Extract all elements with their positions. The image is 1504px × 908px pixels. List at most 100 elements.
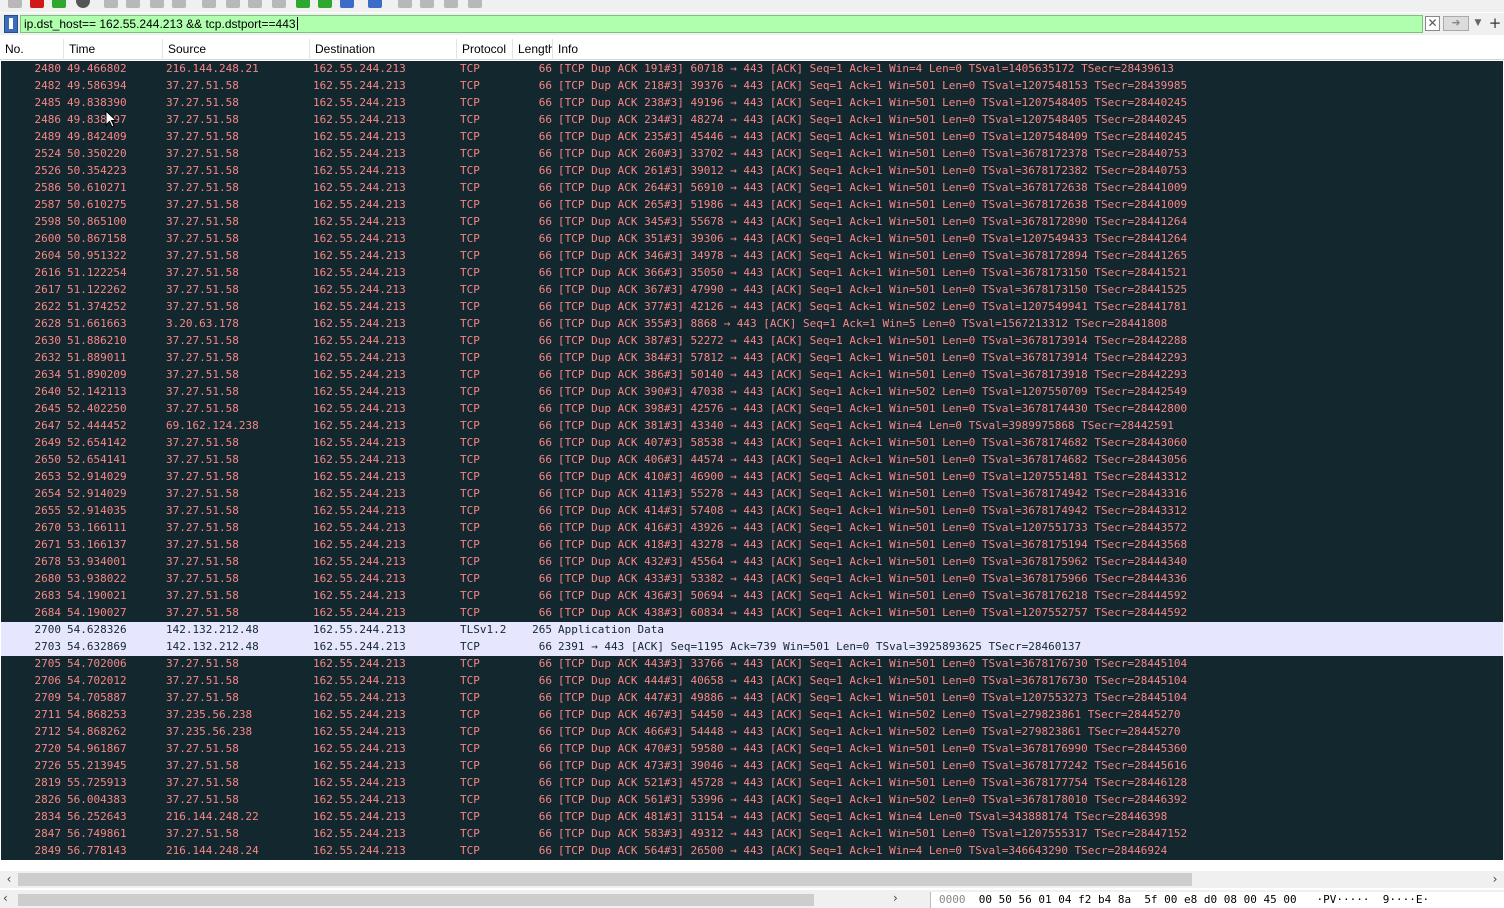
column-header-protocol[interactable]: Protocol	[457, 39, 513, 60]
start-capture-icon[interactable]	[8, 0, 22, 8]
arrow-right-icon[interactable]: ➜	[1443, 16, 1469, 31]
packet-row[interactable]: 2640 52.142113 37.27.51.58 162.55.244.213 TC…	[1, 384, 1503, 401]
packet-row[interactable]: 2680 53.938022 37.27.51.58 162.55.244.213 TC…	[1, 571, 1503, 588]
go-forward-icon[interactable]	[248, 0, 262, 8]
packet-row[interactable]: 2705 54.702006 37.27.51.58 162.55.244.213 TC…	[1, 656, 1503, 673]
packet-list[interactable]: 2480 49.466802 216.144.248.21 162.55.244.21…	[1, 61, 1503, 860]
packet-row[interactable]: 2650 52.654141 37.27.51.58 162.55.244.213 TC…	[1, 452, 1503, 469]
packet-info: [TCP Dup ACK 345#3] 55678 → 443 [ACK] Se…	[558, 215, 1188, 228]
bookmark-icon[interactable]	[4, 15, 18, 33]
packet-row[interactable]: 2524 50.350220 37.27.51.58 162.55.244.213 TC…	[1, 146, 1503, 163]
find-packet-icon[interactable]	[202, 0, 216, 8]
details-scrollbar-thumb[interactable]	[18, 894, 814, 906]
packet-row[interactable]: 2834 56.252643 216.144.248.22 162.55.244.21…	[1, 809, 1503, 826]
column-header-time[interactable]: Time	[64, 39, 163, 60]
packet-row[interactable]: 2671 53.166137 37.27.51.58 162.55.244.213 TC…	[1, 537, 1503, 554]
display-filter-input[interactable]: ip.dst_host== 162.55.244.213 && tcp.dstp…	[20, 15, 1423, 33]
capture-options-icon[interactable]	[76, 0, 90, 8]
details-scroll-left-icon[interactable]: ‹	[3, 891, 8, 905]
resize-columns-icon[interactable]	[468, 0, 482, 8]
packet-row[interactable]: 2604 50.951322 37.27.51.58 162.55.244.213 TC…	[1, 248, 1503, 265]
zoom-out-icon[interactable]	[420, 0, 434, 8]
plus-icon[interactable]: +	[1488, 15, 1502, 32]
clear-icon[interactable]: ✕	[1425, 16, 1440, 31]
packet-row[interactable]: 2711 54.868253 37.235.56.238 162.55.244.213…	[1, 707, 1503, 724]
column-header-info[interactable]: Info	[553, 39, 1504, 60]
packet-protocol: TCP	[460, 827, 480, 840]
packet-row[interactable]: 2598 50.865100 37.27.51.58 162.55.244.213 TC…	[1, 214, 1503, 231]
go-first-icon[interactable]	[296, 0, 310, 8]
zoom-reset-icon[interactable]	[444, 0, 458, 8]
column-header-no[interactable]: No.	[0, 39, 64, 60]
close-file-icon[interactable]	[150, 0, 164, 8]
packet-row[interactable]: 2726 55.213945 37.27.51.58 162.55.244.213 TC…	[1, 758, 1503, 775]
column-header-source[interactable]: Source	[163, 39, 310, 60]
auto-scroll-icon[interactable]	[340, 0, 354, 8]
packet-row[interactable]: 2678 53.934001 37.27.51.58 162.55.244.213 TC…	[1, 554, 1503, 571]
open-file-icon[interactable]	[104, 0, 118, 8]
packet-row[interactable]: 2485 49.838390 37.27.51.58 162.55.244.213 TC…	[1, 95, 1503, 112]
column-header-destination[interactable]: Destination	[310, 39, 457, 60]
scroll-left-icon[interactable]: ‹	[3, 871, 15, 888]
packet-destination: 162.55.244.213	[313, 130, 406, 143]
packet-row[interactable]: 2649 52.654142 37.27.51.58 162.55.244.213 TC…	[1, 435, 1503, 452]
packet-row[interactable]: 2670 53.166111 37.27.51.58 162.55.244.213 TC…	[1, 520, 1503, 537]
packet-row[interactable]: 2720 54.961867 37.27.51.58 162.55.244.213 TC…	[1, 741, 1503, 758]
go-last-icon[interactable]	[318, 0, 332, 8]
packet-row[interactable]: 2819 55.725913 37.27.51.58 162.55.244.213 TC…	[1, 775, 1503, 792]
packet-protocol: TCP	[460, 776, 480, 789]
packet-row[interactable]: 2709 54.705887 37.27.51.58 162.55.244.213 TC…	[1, 690, 1503, 707]
packet-row[interactable]: 2616 51.122254 37.27.51.58 162.55.244.213 TC…	[1, 265, 1503, 282]
packet-row[interactable]: 2849 56.778143 216.144.248.24 162.55.244.21…	[1, 843, 1503, 860]
packet-destination: 162.55.244.213	[313, 317, 406, 330]
scrollbar-thumb[interactable]	[18, 873, 1192, 886]
packet-protocol: TCP	[460, 62, 480, 75]
packet-row[interactable]: 2526 50.354223 37.27.51.58 162.55.244.213 TC…	[1, 163, 1503, 180]
packet-row[interactable]: 2826 56.004383 37.27.51.58 162.55.244.213 TC…	[1, 792, 1503, 809]
packet-row[interactable]: 2712 54.868262 37.235.56.238 162.55.244.213…	[1, 724, 1503, 741]
save-file-icon[interactable]	[126, 0, 140, 8]
packet-row[interactable]: 2634 51.890209 37.27.51.58 162.55.244.213 TC…	[1, 367, 1503, 384]
reload-file-icon[interactable]	[172, 0, 186, 8]
packet-destination: 162.55.244.213	[313, 640, 406, 653]
packet-row[interactable]: 2630 51.886210 37.27.51.58 162.55.244.213 TC…	[1, 333, 1503, 350]
go-to-packet-icon[interactable]	[272, 0, 286, 8]
packet-destination: 162.55.244.213	[313, 453, 406, 466]
packet-row[interactable]: 2480 49.466802 216.144.248.21 162.55.244.21…	[1, 61, 1503, 78]
packet-destination: 162.55.244.213	[313, 759, 406, 772]
go-back-icon[interactable]	[226, 0, 240, 8]
packet-row[interactable]: 2482 49.586394 37.27.51.58 162.55.244.213 TC…	[1, 78, 1503, 95]
packet-row[interactable]: 2706 54.702012 37.27.51.58 162.55.244.213 TC…	[1, 673, 1503, 690]
packet-length: 66	[538, 504, 552, 517]
packet-row[interactable]: 2628 51.661663 3.20.63.178 162.55.244.213 TC…	[1, 316, 1503, 333]
colorize-icon[interactable]	[368, 0, 382, 8]
packet-row[interactable]: 2645 52.402250 37.27.51.58 162.55.244.213 TC…	[1, 401, 1503, 418]
details-scroll-right-icon[interactable]: ›	[893, 891, 898, 905]
packet-row[interactable]: 2653 52.914029 37.27.51.58 162.55.244.213 TC…	[1, 469, 1503, 486]
packet-row[interactable]: 2647 52.444452 69.162.124.238 162.55.244.21…	[1, 418, 1503, 435]
packet-row[interactable]: 2683 54.190021 37.27.51.58 162.55.244.213 TC…	[1, 588, 1503, 605]
packet-row[interactable]: 2654 52.914029 37.27.51.58 162.55.244.213 TC…	[1, 486, 1503, 503]
packet-row[interactable]: 2847 56.749861 37.27.51.58 162.55.244.213 TC…	[1, 826, 1503, 843]
chevron-down-icon[interactable]: ▼	[1472, 16, 1484, 31]
packet-row[interactable]: 2617 51.122262 37.27.51.58 162.55.244.213 TC…	[1, 282, 1503, 299]
packet-row[interactable]: 2622 51.374252 37.27.51.58 162.55.244.213 TC…	[1, 299, 1503, 316]
packet-row[interactable]: 2703 54.632869 142.132.212.48 162.55.244.21…	[1, 639, 1503, 656]
packet-row[interactable]: 2587 50.610275 37.27.51.58 162.55.244.213 TC…	[1, 197, 1503, 214]
packet-row[interactable]: 2486 49.838397 37.27.51.58 162.55.244.213 TC…	[1, 112, 1503, 129]
restart-capture-icon[interactable]	[52, 0, 66, 8]
packet-row[interactable]: 2655 52.914035 37.27.51.58 162.55.244.213 TC…	[1, 503, 1503, 520]
zoom-in-icon[interactable]	[398, 0, 412, 8]
packet-row[interactable]: 2586 50.610271 37.27.51.58 162.55.244.213 TC…	[1, 180, 1503, 197]
packet-bytes-pane[interactable]: 0000 00 50 56 01 04 f2 b4 8a 5f 00 e8 d0…	[930, 892, 1504, 908]
stop-capture-icon[interactable]	[30, 0, 44, 8]
packet-row[interactable]: 2600 50.867158 37.27.51.58 162.55.244.213 TC…	[1, 231, 1503, 248]
packet-list-hscrollbar[interactable]: ‹ ›	[0, 871, 1504, 888]
scroll-right-icon[interactable]: ›	[1489, 871, 1501, 888]
packet-row[interactable]: 2700 54.628326 142.132.212.48 162.55.244.21…	[1, 622, 1503, 639]
packet-row[interactable]: 2684 54.190027 37.27.51.58 162.55.244.213 TC…	[1, 605, 1503, 622]
packet-row[interactable]: 2632 51.889011 37.27.51.58 162.55.244.213 TC…	[1, 350, 1503, 367]
details-pane-scrollbar[interactable]: ‹ ›	[0, 890, 920, 908]
column-header-length[interactable]: Length	[513, 39, 553, 60]
packet-row[interactable]: 2489 49.842409 37.27.51.58 162.55.244.213 TC…	[1, 129, 1503, 146]
